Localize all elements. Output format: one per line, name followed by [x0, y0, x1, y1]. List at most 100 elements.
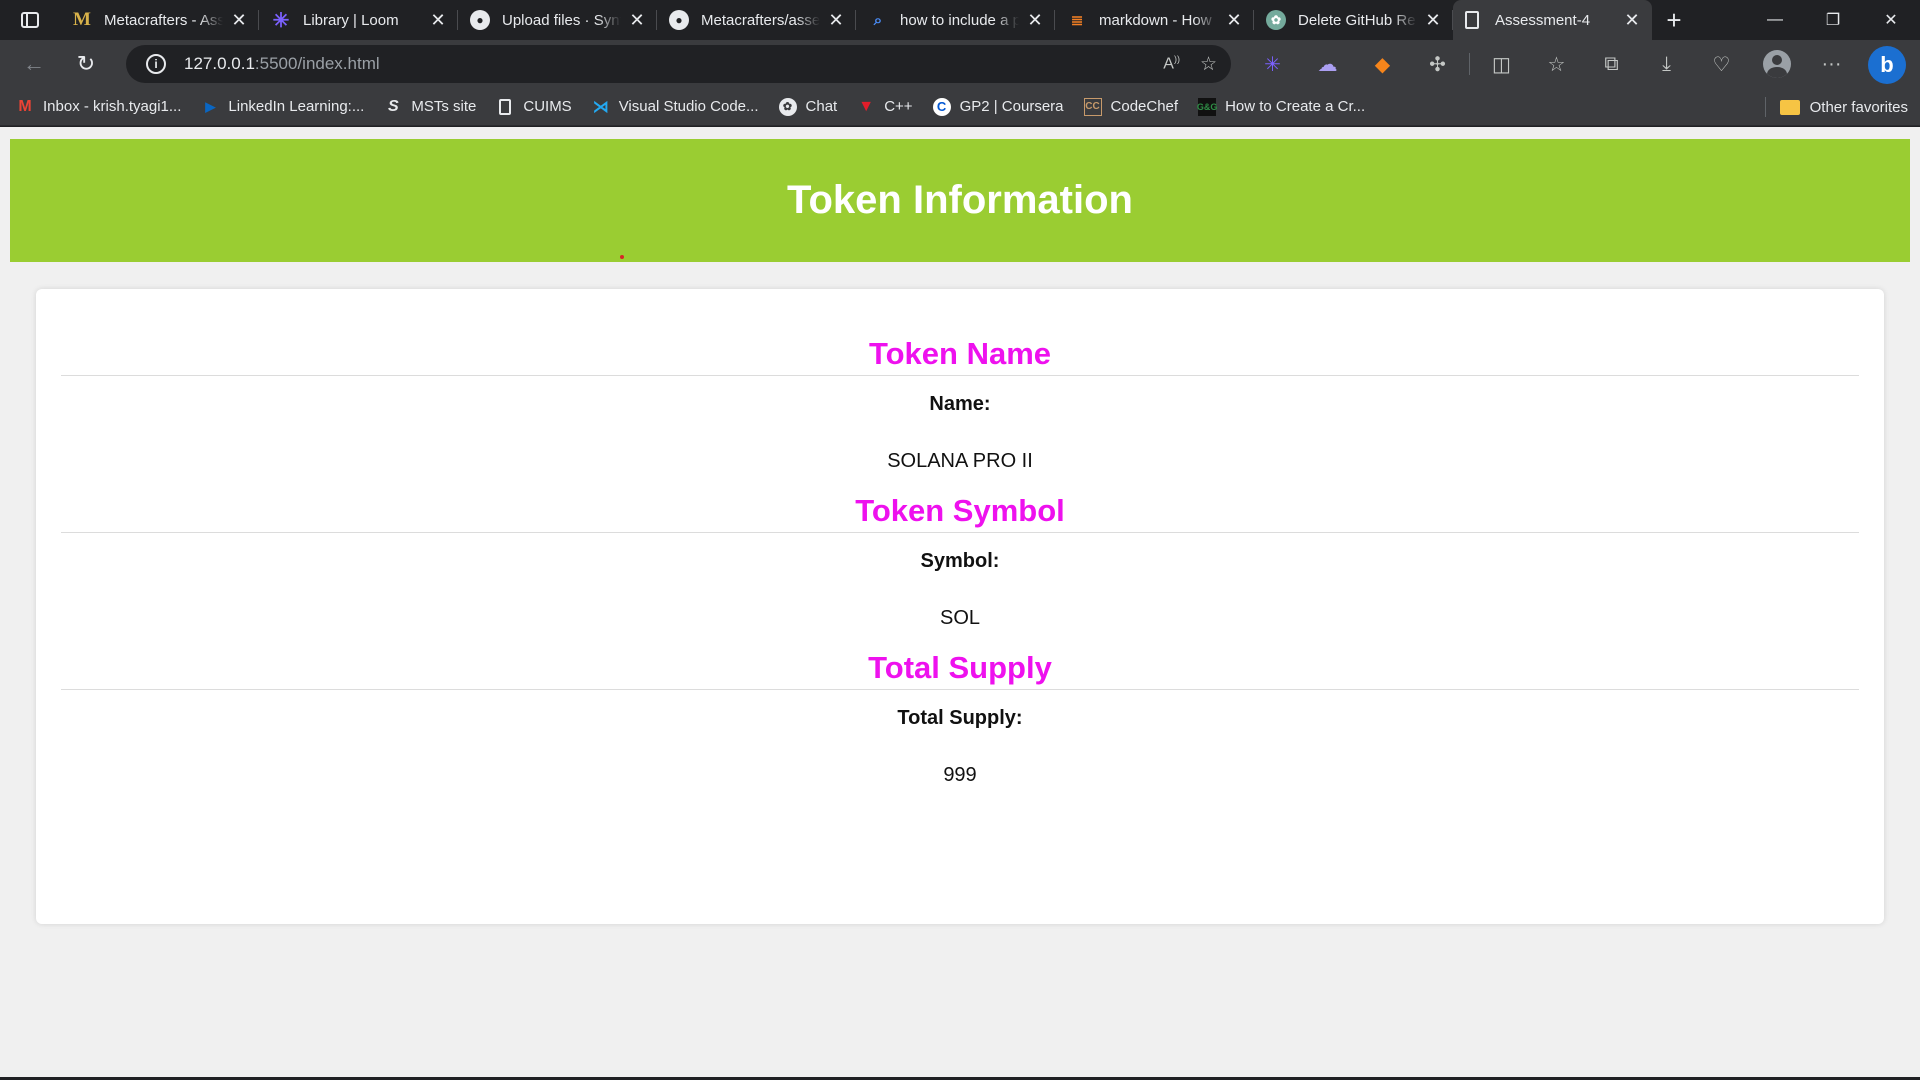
codechef-icon: CC	[1083, 97, 1102, 116]
tab-loom[interactable]: ✳ Library | Loom ✕	[259, 0, 458, 40]
tab-title: Library | Loom	[303, 11, 399, 29]
close-icon[interactable]: ✕	[229, 10, 249, 30]
refresh-button[interactable]: ↻	[60, 40, 112, 88]
tab-title: Delete GitHub Re	[1298, 11, 1416, 29]
new-tab-button[interactable]: +	[1652, 0, 1696, 40]
more-menu-icon[interactable]: ···	[1804, 40, 1859, 88]
field-value: 999	[943, 764, 977, 786]
page-title: Token Information	[787, 178, 1133, 222]
section-heading: Token Name	[868, 336, 1052, 371]
close-icon[interactable]: ✕	[1224, 10, 1244, 30]
bookmark-vscode[interactable]: ⋊ Visual Studio Code...	[592, 98, 759, 116]
tab-title: Assessment-4	[1495, 11, 1591, 29]
github-icon: ●	[669, 10, 689, 30]
s-icon: S	[388, 97, 399, 115]
gfg-icon: G&G	[1197, 97, 1217, 116]
bookmark-label: How to Create a Cr...	[1225, 98, 1366, 115]
bookmark-codechef[interactable]: CC CodeChef	[1083, 97, 1178, 116]
bookmarks-separator	[1764, 97, 1766, 117]
bookmark-label: Inbox - krish.tyagi1...	[43, 98, 182, 115]
close-icon[interactable]: ✕	[826, 10, 846, 30]
field-label: Total Supply:	[897, 707, 1023, 729]
tab-title: Metacrafters/asse	[701, 11, 820, 29]
tab-upload-files[interactable]: ● Upload files · Synt ✕	[458, 0, 657, 40]
close-icon[interactable]: ✕	[1025, 10, 1045, 30]
folder-icon	[1779, 99, 1800, 115]
loom-icon: ✳	[272, 9, 290, 32]
minimize-button[interactable]: —	[1746, 0, 1804, 40]
bookmark-msts[interactable]: S MSTs site	[384, 98, 476, 116]
close-icon[interactable]: ✕	[428, 10, 448, 30]
extensions-puzzle-icon[interactable]: ✣	[1410, 40, 1465, 88]
field-value: SOLANA PRO II	[887, 450, 1033, 472]
section-heading: Token Symbol	[855, 493, 1065, 528]
total-supply-section: Total Supply Total Supply: 999	[61, 646, 1859, 803]
split-screen-icon[interactable]: ◫	[1474, 40, 1529, 88]
close-icon[interactable]: ✕	[1622, 10, 1642, 30]
field-label: Symbol:	[920, 550, 1000, 572]
bookmark-label: C++	[884, 98, 913, 115]
tab-title: Metacrafters - Assessment	[104, 11, 223, 29]
browser-toolbar: ← ↻ i 127.0.0.1:5500/index.html A)) ☆ ✳ …	[0, 40, 1920, 88]
favorites-icon[interactable]: ☆	[1529, 40, 1584, 88]
bookmark-gmail[interactable]: M Inbox - krish.tyagi1...	[16, 98, 181, 116]
avatar	[1762, 50, 1791, 78]
back-button[interactable]: ←	[8, 40, 60, 88]
tab-title: markdown - How	[1099, 11, 1212, 29]
token-name-section: Token Name Name: SOLANA PRO II	[61, 332, 1859, 489]
bing-copilot-icon[interactable]: b	[1868, 46, 1906, 84]
address-url[interactable]: 127.0.0.1:5500/index.html	[184, 54, 380, 74]
bookmark-cpp[interactable]: ▼ C++	[857, 98, 912, 116]
tab-actions-button[interactable]	[0, 0, 60, 40]
chatgpt-icon: ✿	[1266, 10, 1286, 30]
window-controls: — ❐ ✕	[1746, 0, 1920, 40]
address-bar[interactable]: i 127.0.0.1:5500/index.html A)) ☆	[126, 45, 1231, 83]
bookmark-label: GP2 | Coursera	[959, 98, 1064, 115]
profile-button[interactable]	[1749, 40, 1804, 88]
field-value: SOL	[939, 607, 981, 629]
site-info-icon[interactable]: i	[146, 54, 166, 74]
page-icon	[1465, 11, 1479, 29]
vscode-icon: ⋊	[592, 98, 609, 116]
favorite-star-icon[interactable]: ☆	[1200, 53, 1217, 76]
tab-metacrafters[interactable]: M Metacrafters - Assessment ✕	[60, 0, 259, 40]
bookmark-label: Visual Studio Code...	[618, 98, 759, 115]
bookmark-cuims[interactable]: CUIMS	[496, 98, 572, 116]
collections-icon[interactable]: ⧉	[1584, 40, 1639, 88]
decorative-dot	[620, 255, 624, 259]
header-banner: Token Information	[10, 139, 1910, 262]
loom-extension-icon[interactable]: ✳	[1245, 40, 1300, 88]
tab-search[interactable]: ⌕ how to include a p ✕	[856, 0, 1055, 40]
bookmark-linkedin-learning[interactable]: ▶ LinkedIn Learning:...	[201, 98, 364, 116]
tab-strip: M Metacrafters - Assessment ✕ ✳ Library …	[0, 0, 1920, 40]
cpp-icon: ▼	[858, 97, 875, 115]
other-favorites-label: Other favorites	[1809, 98, 1908, 116]
browser-essentials-icon[interactable]: ♡	[1694, 40, 1749, 88]
token-symbol-section: Token Symbol Symbol: SOL	[61, 489, 1859, 646]
bookmark-chat[interactable]: ✿ Chat	[778, 97, 837, 116]
tab-assessment-4[interactable]: Assessment-4 ✕	[1453, 0, 1652, 40]
url-host: 127.0.0.1	[184, 54, 255, 73]
github-icon: ●	[470, 10, 490, 30]
tab-markdown[interactable]: ≣ markdown - How ✕	[1055, 0, 1254, 40]
gmail-icon: M	[18, 97, 32, 115]
other-favorites[interactable]: Other favorites	[1764, 88, 1908, 126]
bookmark-coursera[interactable]: C GP2 | Coursera	[932, 97, 1064, 116]
tab-metacrafters-repo[interactable]: ● Metacrafters/asse ✕	[657, 0, 856, 40]
downloads-icon[interactable]: ⤓	[1639, 40, 1694, 88]
section-heading: Total Supply	[868, 650, 1052, 685]
page-icon	[496, 98, 514, 116]
ghost-extension-icon[interactable]: ☁	[1300, 40, 1355, 88]
bookmark-gfg[interactable]: G&G How to Create a Cr...	[1197, 97, 1366, 116]
tab-title: Upload files · Synt	[502, 11, 621, 29]
close-icon[interactable]: ✕	[1423, 10, 1443, 30]
close-window-button[interactable]: ✕	[1862, 0, 1920, 40]
close-icon[interactable]: ✕	[627, 10, 647, 30]
read-aloud-icon[interactable]: A))	[1163, 54, 1180, 73]
restore-button[interactable]: ❐	[1804, 0, 1862, 40]
metacrafters-icon: M	[73, 9, 91, 30]
metamask-extension-icon[interactable]: ◆	[1355, 40, 1410, 88]
tab-delete-github[interactable]: ✿ Delete GitHub Re ✕	[1254, 0, 1453, 40]
bookmark-label: CUIMS	[523, 98, 572, 115]
bookmark-label: MSTs site	[411, 98, 477, 115]
